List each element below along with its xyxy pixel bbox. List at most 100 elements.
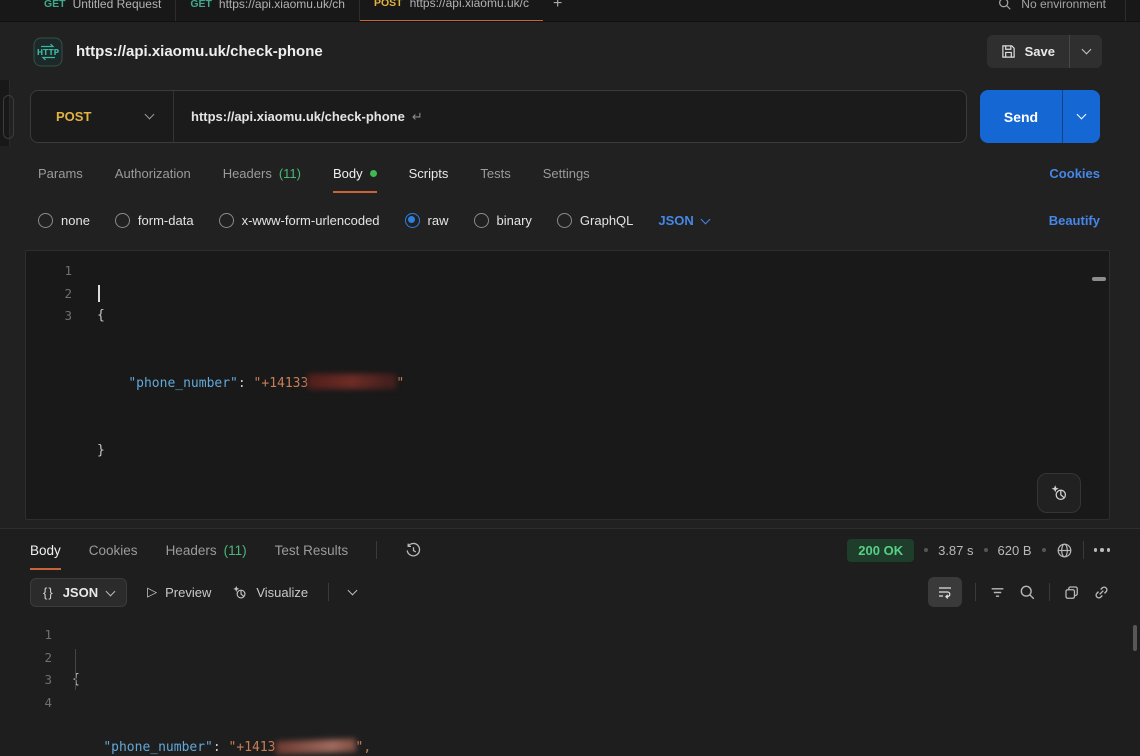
more-options-icon[interactable] [1094,548,1111,552]
divider [975,583,976,601]
response-body-viewer[interactable]: 1 2 3 4 { "phone_number": "+1413", "stat… [0,615,1140,756]
method-badge-get: GET [190,0,212,10]
divider [376,541,377,559]
response-time[interactable]: 3.87 s [938,543,973,558]
response-section-tabs: Body Cookies Headers (11) Test Results 2… [0,529,1140,571]
postbot-ai-button[interactable] [1037,473,1081,513]
editor-line-numbers: 1 2 3 [26,260,72,328]
tab-authorization[interactable]: Authorization [115,150,191,196]
environment-selector[interactable]: No environment [1021,0,1106,11]
method-dropdown[interactable]: POST [31,109,173,124]
separator-dot [924,548,928,552]
link-icon[interactable] [1093,584,1110,601]
code-indent [72,740,103,755]
response-tab-test-results[interactable]: Test Results [275,529,349,571]
response-size[interactable]: 620 B [998,543,1032,558]
mode-label: binary [497,213,532,228]
chevron-down-icon [145,110,155,120]
tab-label: Authorization [115,166,191,181]
wrap-text-button-active[interactable] [928,577,962,607]
response-toolbar: {} JSON ▷ Preview Visualize [0,571,1140,613]
tab-params[interactable]: Params [38,150,83,196]
code-indent [97,376,128,391]
request-tab-1[interactable]: GET Untitled Request [30,0,175,22]
divider [1049,583,1050,601]
editor-line-numbers: 1 2 3 4 [0,624,52,714]
language-dropdown-value: JSON [658,213,693,228]
mode-label: raw [428,213,449,228]
body-mode-graphql[interactable]: GraphQL [557,213,633,228]
body-has-content-dot [370,170,377,177]
chevron-down-icon[interactable] [348,585,358,595]
redacted-phone-digits [275,738,355,754]
response-tab-headers[interactable]: Headers (11) [166,529,247,571]
url-input[interactable]: https://api.xiaomu.uk/check-phone [174,109,405,124]
send-options-button[interactable] [1063,90,1100,143]
body-mode-form-data[interactable]: form-data [115,213,194,228]
request-tab-label: Untitled Request [73,0,162,11]
history-icon[interactable] [405,542,422,559]
url-bar: POST https://api.xiaomu.uk/check-phone ↵ [30,90,967,143]
add-tab-button[interactable]: + [553,0,562,13]
preview-button[interactable]: ▷ Preview [147,584,211,600]
code-token: { [97,308,105,323]
tab-headers[interactable]: Headers (11) [223,150,301,196]
json-value: " [396,376,404,391]
tab-settings[interactable]: Settings [543,150,590,196]
response-format-dropdown[interactable]: {} JSON [30,578,127,607]
save-button[interactable]: Save [987,35,1069,68]
search-icon[interactable] [1019,584,1036,601]
headers-count: (11) [279,166,301,181]
code-token: : [213,740,229,755]
body-mode-none[interactable]: none [38,213,90,228]
json-value: ", [356,740,372,755]
mode-label: GraphQL [580,213,633,228]
line-number: 2 [0,647,52,670]
beautify-link[interactable]: Beautify [1049,213,1100,228]
postman-app-window: GET Untitled Request GET https://api.xia… [0,0,1140,756]
separator-dot [1042,548,1046,552]
method-dropdown-value: POST [56,109,91,124]
response-tab-body-active[interactable]: Body [30,529,61,571]
tab-label: Tests [480,166,510,181]
network-globe-icon[interactable] [1056,542,1073,559]
response-tab-cookies[interactable]: Cookies [89,529,138,571]
save-options-button[interactable] [1070,35,1102,68]
send-split-button: Send [980,90,1100,143]
status-badge[interactable]: 200 OK [847,539,914,562]
language-dropdown[interactable]: JSON [658,213,708,228]
body-mode-urlencoded[interactable]: x-www-form-urlencoded [219,213,380,228]
code-token: } [97,443,105,458]
editor-scrollbar-thumb[interactable] [1092,277,1106,281]
filter-icon[interactable] [989,584,1006,601]
visualize-sparkle-icon [231,584,248,601]
tab-scripts[interactable]: Scripts [409,150,449,196]
body-mode-binary[interactable]: binary [474,213,532,228]
response-format-value: JSON [63,585,98,600]
text-cursor [98,285,100,302]
mode-label: none [61,213,90,228]
chevron-down-icon [1081,45,1091,55]
chevron-down-icon [1077,110,1087,120]
cookies-link[interactable]: Cookies [1049,166,1100,181]
send-button[interactable]: Send [980,90,1062,143]
line-number: 3 [0,669,52,692]
tab-label: Scripts [409,166,449,181]
tab-label: Headers [223,166,272,181]
request-tab-3-active[interactable]: POST https://api.xiaomu.uk/c [360,0,543,22]
request-body-editor[interactable]: 1 2 3 { "phone_number": "+14133" } [25,250,1110,520]
response-scrollbar-thumb[interactable] [1133,625,1137,651]
search-icon[interactable] [998,0,1012,11]
tab-body-active[interactable]: Body [333,150,377,196]
chevron-down-icon [106,586,116,596]
visualize-button[interactable]: Visualize [231,584,308,601]
request-tab-label: https://api.xiaomu.uk/ch [219,0,345,11]
radio-icon [219,213,234,228]
mode-label: x-www-form-urlencoded [242,213,380,228]
request-tab-2[interactable]: GET https://api.xiaomu.uk/ch [176,0,359,22]
body-mode-raw-selected[interactable]: raw [405,213,449,228]
redacted-phone-digits [308,374,396,389]
tab-tests[interactable]: Tests [480,150,510,196]
copy-icon[interactable] [1063,584,1080,601]
play-triangle-icon: ▷ [147,584,157,600]
